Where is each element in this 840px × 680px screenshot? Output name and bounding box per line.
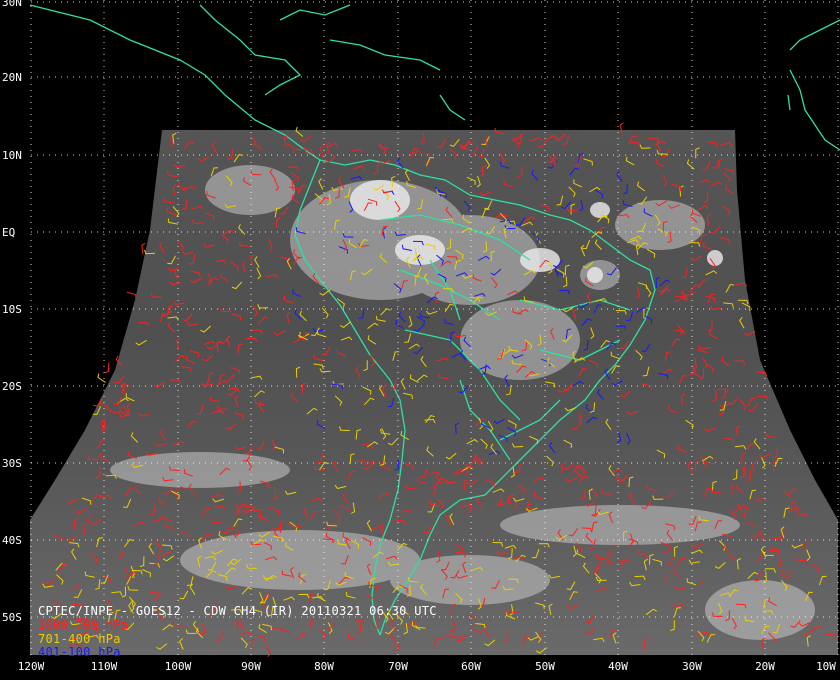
lat-label: 50S: [2, 611, 22, 624]
lon-label: 30W: [682, 660, 702, 673]
lat-label: 10S: [2, 303, 22, 316]
lon-label: 10W: [816, 660, 836, 673]
lat-label: 10N: [2, 149, 22, 162]
wind-barb: [141, 242, 146, 255]
product-title: CPTEC/INPE - GOES12 - CDW CH4 (IR) 20110…: [38, 604, 437, 618]
lat-label: 40S: [2, 534, 22, 547]
lon-label: 90W: [241, 660, 261, 673]
lon-label: 70W: [388, 660, 408, 673]
latitude-labels: 30N 20N 10N EQ 10S 20S 30S 40S 50S: [2, 0, 22, 624]
lon-label: 120W: [18, 660, 45, 673]
lat-label: 30S: [2, 457, 22, 470]
lon-label: 80W: [314, 660, 334, 673]
lat-label: EQ: [2, 226, 15, 239]
lat-label: 30N: [2, 0, 22, 9]
lat-label: 20N: [2, 71, 22, 84]
wind-barb: [126, 291, 137, 299]
lon-label: 40W: [608, 660, 628, 673]
satellite-wind-map: 30N 20N 10N EQ 10S 20S 30S 40S 50S 120W …: [2, 0, 840, 673]
wind-barb: [97, 373, 106, 383]
lat-label: 20S: [2, 380, 22, 393]
lon-label: 60W: [461, 660, 481, 673]
wind-barb: [104, 362, 110, 374]
lon-label: 100W: [165, 660, 192, 673]
legend-low-level: 1000-700 hPa: [38, 618, 129, 632]
lon-label: 50W: [535, 660, 555, 673]
legend-high-level: 401-100 hPa: [38, 645, 121, 659]
lon-label: 110W: [91, 660, 118, 673]
longitude-labels: 120W 110W 100W 90W 80W 70W 60W 50W 40W 3…: [18, 660, 837, 673]
lon-label: 20W: [755, 660, 775, 673]
legend-mid-level: 701-400 hPa: [38, 632, 121, 646]
